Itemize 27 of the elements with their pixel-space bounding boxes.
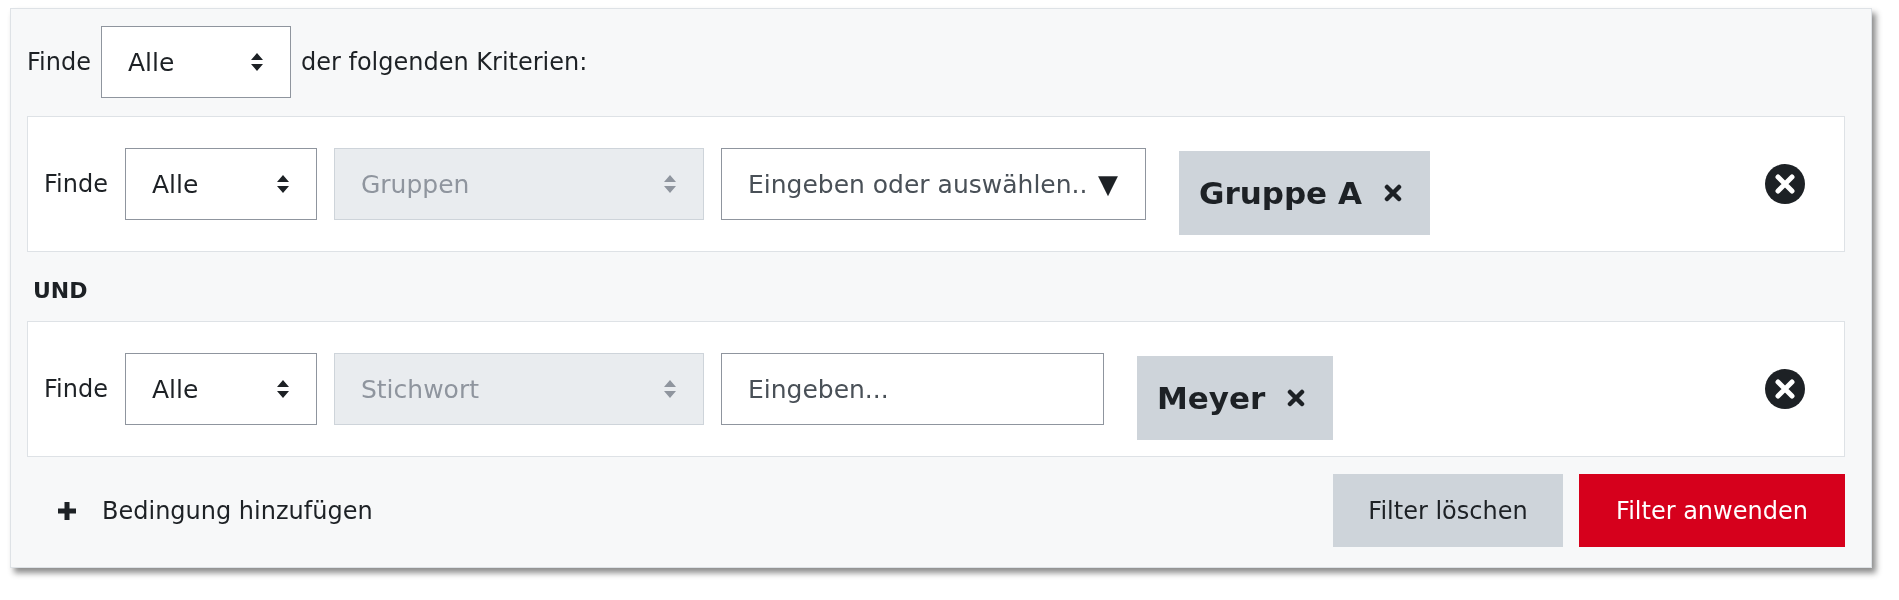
criteria-label: der folgenden Kriterien: xyxy=(300,48,588,76)
tag-chip[interactable]: Gruppe A xyxy=(1178,151,1430,235)
sort-arrows-icon xyxy=(662,379,677,399)
remove-icon[interactable] xyxy=(1764,368,1806,410)
tag-label: Meyer xyxy=(1156,380,1266,416)
input-field[interactable]: Eingeben... xyxy=(720,353,1104,425)
add-condition-link[interactable]: Bedingung hinzufügen xyxy=(102,496,373,525)
finde-label: Finde xyxy=(27,48,91,76)
sort-arrows-icon xyxy=(249,52,264,72)
finde-label: Finde xyxy=(44,170,108,198)
clear-button[interactable]: Filter löschen xyxy=(1333,474,1563,547)
finde-label: Finde xyxy=(44,375,108,403)
sort-arrows-icon xyxy=(662,174,677,194)
close-icon xyxy=(1383,184,1402,202)
tag-chip[interactable]: Meyer xyxy=(1136,356,1334,440)
sort-arrows-icon xyxy=(275,379,290,399)
remove-icon[interactable] xyxy=(1764,163,1806,205)
tag-label: Gruppe A xyxy=(1198,175,1362,211)
close-icon xyxy=(1287,389,1306,407)
apply-button[interactable]: Filter anwenden xyxy=(1579,474,1845,547)
select-field[interactable]: Alle xyxy=(124,148,317,220)
dropdown-glyph: ▼ xyxy=(1097,169,1118,199)
joiner-label: UND xyxy=(33,278,89,303)
sort-arrows-icon xyxy=(275,174,290,194)
plus-icon xyxy=(57,500,77,521)
select-field[interactable]: Alle xyxy=(124,353,317,425)
select-field[interactable]: Alle xyxy=(100,26,291,98)
